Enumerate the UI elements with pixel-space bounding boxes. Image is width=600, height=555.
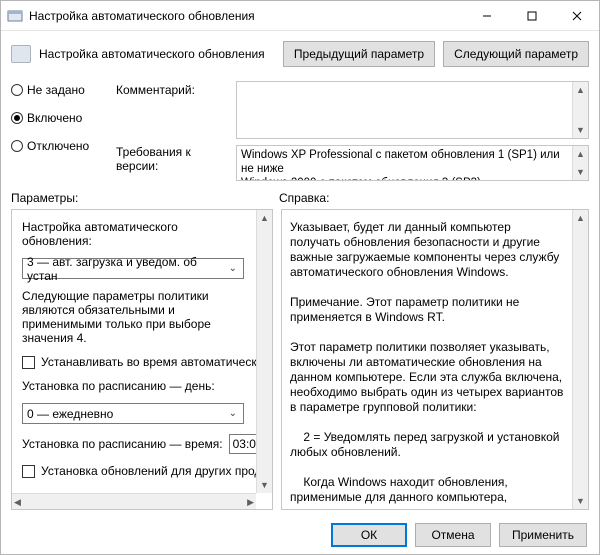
scroll-up-icon: ▲: [576, 146, 585, 162]
minimize-button[interactable]: [464, 1, 509, 31]
chevron-down-icon: ⌄: [225, 408, 241, 419]
radio-disabled[interactable]: Отключено: [11, 139, 106, 153]
params-panel: Настройка автоматического обновления: 3 …: [11, 209, 273, 510]
scroll-up-icon: ▲: [260, 210, 269, 226]
sched-time-input[interactable]: 03:00: [229, 434, 256, 454]
scroll-down-icon: ▼: [576, 164, 585, 180]
comment-textarea[interactable]: ▲ ▼: [236, 81, 589, 139]
requirements-text: Windows XP Professional с пакетом обновл…: [236, 145, 589, 181]
titlebar: Настройка автоматического обновления: [1, 1, 599, 31]
cancel-button[interactable]: Отмена: [415, 523, 491, 547]
dialog-footer: ОК Отмена Применить: [1, 516, 599, 554]
scrollbar-vertical[interactable]: ▲ ▼: [572, 146, 588, 180]
scrollbar-horizontal[interactable]: ◀ ▶: [12, 493, 256, 509]
scroll-left-icon: ◀: [14, 494, 21, 510]
policy-name: Настройка автоматического обновления: [39, 47, 275, 61]
sched-time-row: Установка по расписанию — время: 03:00: [22, 434, 246, 454]
policy-editor-window: Настройка автоматического обновления Нас…: [0, 0, 600, 555]
maximize-button[interactable]: [509, 1, 554, 31]
radio-label: Не задано: [27, 83, 85, 97]
chevron-down-icon: ⌄: [225, 263, 241, 274]
params-heading: Параметры:: [11, 191, 279, 205]
config-select-value: 3 — авт. загрузка и уведом. об устан: [27, 255, 225, 283]
maintenance-checkbox-row[interactable]: Устанавливать во время автоматического о…: [22, 355, 246, 369]
scroll-down-icon: ▼: [576, 122, 585, 138]
sched-time-label: Установка по расписанию — время:: [22, 437, 223, 451]
help-heading: Справка:: [279, 191, 589, 205]
section-labels: Параметры: Справка:: [1, 191, 599, 205]
help-panel: Указывает, будет ли данный компьютер пол…: [281, 209, 589, 510]
scroll-up-icon: ▲: [576, 210, 585, 226]
radio-not-configured[interactable]: Не задано: [11, 83, 106, 97]
scrollbar-vertical[interactable]: ▲ ▼: [572, 82, 588, 138]
checkbox-icon: [22, 465, 35, 478]
radio-label: Включено: [27, 111, 82, 125]
radio-label: Отключено: [27, 139, 89, 153]
sched-day-label: Установка по расписанию — день:: [22, 379, 246, 393]
ok-button[interactable]: ОК: [331, 523, 407, 547]
radio-enabled[interactable]: Включено: [11, 111, 106, 125]
other-ms-checkbox-row[interactable]: Установка обновлений для других продукто…: [22, 464, 246, 478]
upper-section: Не задано Включено Отключено Комментарий…: [1, 77, 599, 191]
help-text: Указывает, будет ли данный компьютер пол…: [282, 210, 572, 509]
scroll-up-icon: ▲: [576, 82, 585, 98]
params-content: Настройка автоматического обновления: 3 …: [12, 210, 256, 493]
prev-setting-button[interactable]: Предыдущий параметр: [283, 41, 435, 67]
panels: Настройка автоматического обновления: 3 …: [1, 205, 599, 516]
config-select[interactable]: 3 — авт. загрузка и уведом. об устан ⌄: [22, 258, 244, 279]
window-title: Настройка автоматического обновления: [29, 9, 464, 23]
scrollbar-vertical[interactable]: ▲ ▼: [256, 210, 272, 493]
scroll-down-icon: ▼: [260, 477, 269, 493]
sched-day-value: 0 — ежедневно: [27, 407, 113, 421]
next-setting-button[interactable]: Следующий параметр: [443, 41, 589, 67]
window-controls: [464, 1, 599, 31]
kv-labels: Комментарий: Требования к версии:: [116, 81, 226, 181]
header-row: Настройка автоматического обновления Пре…: [1, 31, 599, 77]
maintenance-checkbox-label: Устанавливать во время автоматического о…: [41, 355, 256, 369]
other-ms-checkbox-label: Установка обновлений для других продукто…: [41, 464, 256, 478]
close-button[interactable]: [554, 1, 599, 31]
config-label: Настройка автоматического обновления:: [22, 220, 246, 248]
scrollbar-vertical[interactable]: ▲ ▼: [572, 210, 588, 509]
requirements-label: Требования к версии:: [116, 145, 226, 173]
app-icon: [7, 8, 23, 24]
scroll-right-icon: ▶: [247, 494, 254, 510]
state-radio-group: Не задано Включено Отключено: [11, 81, 106, 181]
sched-time-value: 03:00: [233, 437, 256, 451]
comment-label: Комментарий:: [116, 83, 226, 97]
apply-button[interactable]: Применить: [499, 523, 587, 547]
params-note: Следующие параметры политики являются об…: [22, 289, 246, 345]
policy-icon: [11, 45, 31, 63]
requirements-value: Windows XP Professional с пакетом обновл…: [241, 149, 560, 181]
sched-day-select[interactable]: 0 — ежедневно ⌄: [22, 403, 244, 424]
scroll-down-icon: ▼: [576, 493, 585, 509]
checkbox-icon: [22, 356, 35, 369]
kv-values: ▲ ▼ Windows XP Professional с пакетом об…: [236, 81, 589, 181]
